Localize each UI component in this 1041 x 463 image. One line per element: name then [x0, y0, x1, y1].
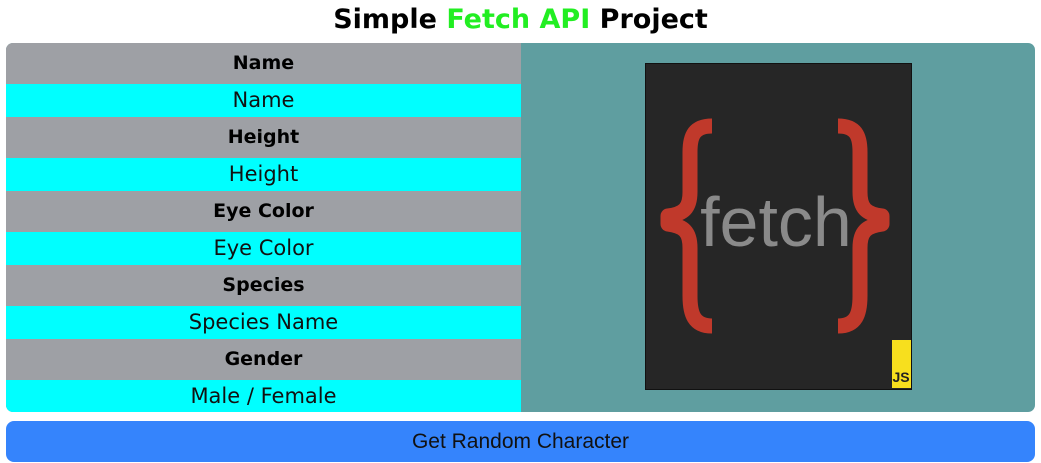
gender-value: Male / Female	[6, 380, 521, 412]
character-info-table: Name Name Height Height Eye Color Eye Co…	[6, 43, 521, 412]
character-card: Name Name Height Height Eye Color Eye Co…	[6, 43, 1035, 412]
height-label: Height	[6, 117, 521, 158]
eye-color-value: Eye Color	[6, 232, 521, 265]
get-random-character-button[interactable]: Get Random Character	[6, 421, 1035, 462]
title-suffix: Project	[599, 4, 708, 35]
name-label: Name	[6, 43, 521, 84]
title-accent: Fetch API	[446, 4, 591, 35]
species-value: Species Name	[6, 306, 521, 339]
page-title: Simple Fetch API Project	[0, 2, 1041, 38]
title-prefix: Simple	[333, 4, 437, 35]
logo-text: fetch	[700, 183, 852, 261]
js-badge: JS	[892, 369, 909, 385]
fetch-logo-image: fetch JS	[645, 63, 912, 390]
eye-color-label: Eye Color	[6, 191, 521, 232]
name-value: Name	[6, 84, 521, 117]
species-label: Species	[6, 265, 521, 306]
gender-label: Gender	[6, 339, 521, 380]
height-value: Height	[6, 158, 521, 191]
